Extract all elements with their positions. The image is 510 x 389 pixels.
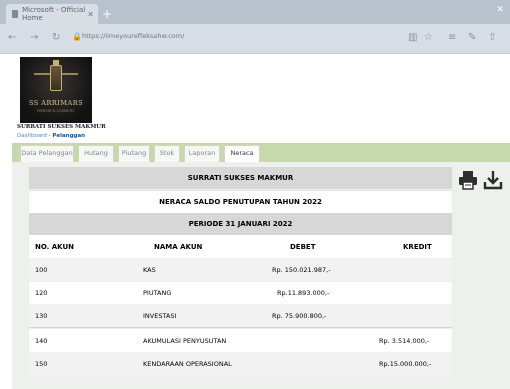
- table-row: 130 INVESTASI Rp. 75.900.800,-: [29, 305, 452, 328]
- back-icon[interactable]: ←: [8, 32, 16, 43]
- company-logo: SS ARRIMARS PARFUM & COSMETIC: [20, 57, 92, 123]
- cell-no-akun: 150: [35, 359, 48, 368]
- table-row: 100 KAS Rp. 150.021.987,-: [29, 259, 452, 281]
- report-company-row: SURRATI SUKSES MAKMUR: [29, 167, 452, 189]
- menu-laporan[interactable]: Laporan: [184, 145, 220, 162]
- logo-tagline: PARFUM & COSMETIC: [37, 109, 75, 113]
- hub-icon[interactable]: ≡: [448, 32, 456, 43]
- close-tab-icon[interactable]: ✕: [87, 10, 94, 19]
- report-period-row: PERIODE 31 JANUARI 2022: [29, 213, 452, 235]
- main-menu: Data Pelanggan Hutang Piutang Stok Lapor…: [12, 143, 510, 162]
- breadcrumb-current[interactable]: Pelanggan: [52, 133, 85, 139]
- perfume-bottle-icon: [50, 65, 62, 91]
- address-bar: ← → ↻ 🔒 https://limeyoureffeksahw.com/ ▥…: [0, 24, 510, 54]
- table-row: 150 KENDARAAN OPERASIONAL Rp.15.000.000,…: [29, 352, 452, 375]
- browser-tab[interactable]: Microsoft - Official Home ✕: [6, 4, 98, 24]
- cell-debet: Rp. 75.900.800,-: [272, 312, 327, 320]
- browser-tab-bar: Microsoft - Official Home ✕ + ✕: [0, 0, 510, 24]
- menu-neraca[interactable]: Neraca: [224, 145, 260, 162]
- reading-view-icon[interactable]: ▥: [408, 32, 417, 43]
- logo-text: SS ARRIMARS: [28, 99, 84, 107]
- favorite-star-icon[interactable]: ☆: [424, 32, 433, 43]
- cell-kredit: Rp. 3.514.000,-: [379, 336, 430, 345]
- column-header-no-akun: NO. AKUN: [35, 242, 75, 251]
- favicon-icon: [12, 10, 19, 18]
- forward-icon[interactable]: →: [30, 32, 38, 43]
- column-header-kredit: KREDIT: [403, 242, 432, 251]
- web-page: SS ARRIMARS PARFUM & COSMETIC SURRATI SU…: [0, 54, 510, 389]
- url-field[interactable]: https://limeyoureffeksahw.com/: [82, 32, 184, 40]
- report-title-row: NERACA SALDO PENUTUPAN TAHUN 2022: [29, 190, 452, 213]
- table-row: 140 AKUMULASI PENYUSUTAN Rp. 3.514.000,-: [29, 329, 452, 352]
- cell-no-akun: 120: [35, 289, 48, 297]
- breadcrumb: Dashboard - Pelanggan: [17, 133, 85, 139]
- printer-icon[interactable]: [458, 170, 478, 190]
- notes-icon[interactable]: ✎: [468, 32, 476, 43]
- cell-nama-akun: KAS: [143, 266, 156, 274]
- cell-nama-akun: AKUMULASI PENYUSUTAN: [143, 336, 227, 345]
- cell-debet: Rp.11.893.000,-: [277, 289, 330, 297]
- menu-stok[interactable]: Stok: [154, 145, 180, 162]
- new-tab-icon[interactable]: +: [100, 7, 114, 21]
- column-header-nama-akun: NAMA AKUN: [154, 242, 203, 251]
- menu-hutang[interactable]: Hutang: [78, 145, 114, 162]
- refresh-icon[interactable]: ↻: [52, 32, 60, 43]
- report-title: NERACA SALDO PENUTUPAN TAHUN 2022: [159, 198, 322, 206]
- report-company: SURRATI SUKSES MAKMUR: [187, 174, 294, 182]
- download-icon[interactable]: [483, 170, 503, 190]
- table-header: NO. AKUN NAMA AKUN DEBET KREDIT: [29, 235, 452, 258]
- lock-icon: 🔒: [72, 32, 82, 41]
- column-header-debet: DEBET: [290, 242, 316, 251]
- window-close-icon[interactable]: ✕: [496, 5, 504, 15]
- cell-no-akun: 140: [35, 336, 48, 345]
- cell-debet: Rp. 150.021.987,-: [272, 266, 331, 274]
- share-icon[interactable]: ⇧: [488, 32, 496, 43]
- cell-no-akun: 100: [35, 266, 48, 274]
- cell-no-akun: 130: [35, 312, 48, 320]
- cell-nama-akun: INVESTASI: [143, 312, 177, 320]
- breadcrumb-home[interactable]: Dashboard: [17, 133, 47, 139]
- company-name: SURRATI SUKSES MAKMUR: [17, 124, 106, 130]
- table-row: 120 PIUTANG Rp.11.893.000,-: [29, 282, 452, 304]
- cell-nama-akun: PIUTANG: [143, 289, 172, 297]
- browser-tab-title: Microsoft - Official Home: [22, 6, 86, 22]
- menu-piutang[interactable]: Piutang: [118, 145, 150, 162]
- cell-kredit: Rp.15.000.000,-: [379, 359, 432, 368]
- menu-data-pelanggan[interactable]: Data Pelanggan: [20, 145, 74, 162]
- report-period: PERIODE 31 JANUARI 2022: [188, 220, 293, 228]
- cell-nama-akun: KENDARAAN OPERASIONAL: [143, 359, 232, 368]
